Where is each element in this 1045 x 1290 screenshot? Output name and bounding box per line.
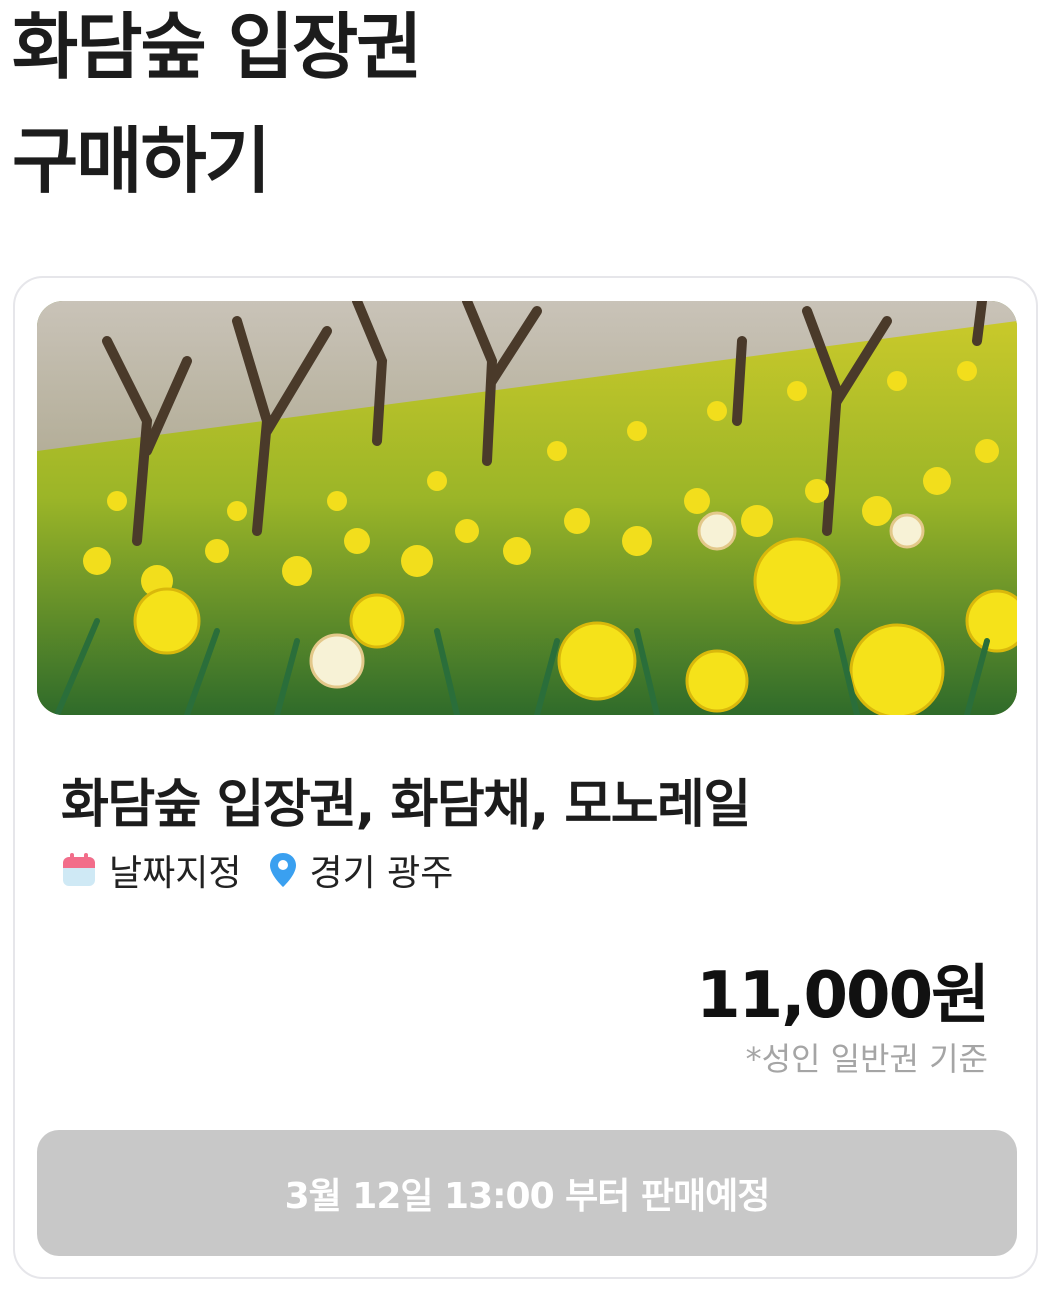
date-selection-info: 날짜지정 <box>61 844 241 896</box>
product-meta: 날짜지정 경기 광주 <box>61 844 481 896</box>
map-pin-icon <box>269 852 297 888</box>
product-name: 화담숲 입장권, 화담채, 모노레일 <box>61 775 751 835</box>
product-card[interactable]: 화담숲 입장권, 화담채, 모노레일 날짜지정 경기 광주 11,000원 *성… <box>13 276 1038 1279</box>
calendar-icon <box>61 852 97 888</box>
location-info: 경기 광주 <box>269 844 453 896</box>
daffodil-field-illustration <box>37 301 1017 715</box>
location-label: 경기 광주 <box>309 853 454 894</box>
page-title: 화담숲 입장권 구매하기 <box>12 5 423 203</box>
sale-schedule-button[interactable]: 3월 12일 13:00 부터 판매예정 <box>37 1130 1017 1256</box>
date-label: 날짜지정 <box>109 853 242 894</box>
price: 11,000원 <box>696 959 990 1033</box>
product-image <box>37 301 1017 715</box>
price-note: *성인 일반권 기준 <box>745 1040 988 1078</box>
